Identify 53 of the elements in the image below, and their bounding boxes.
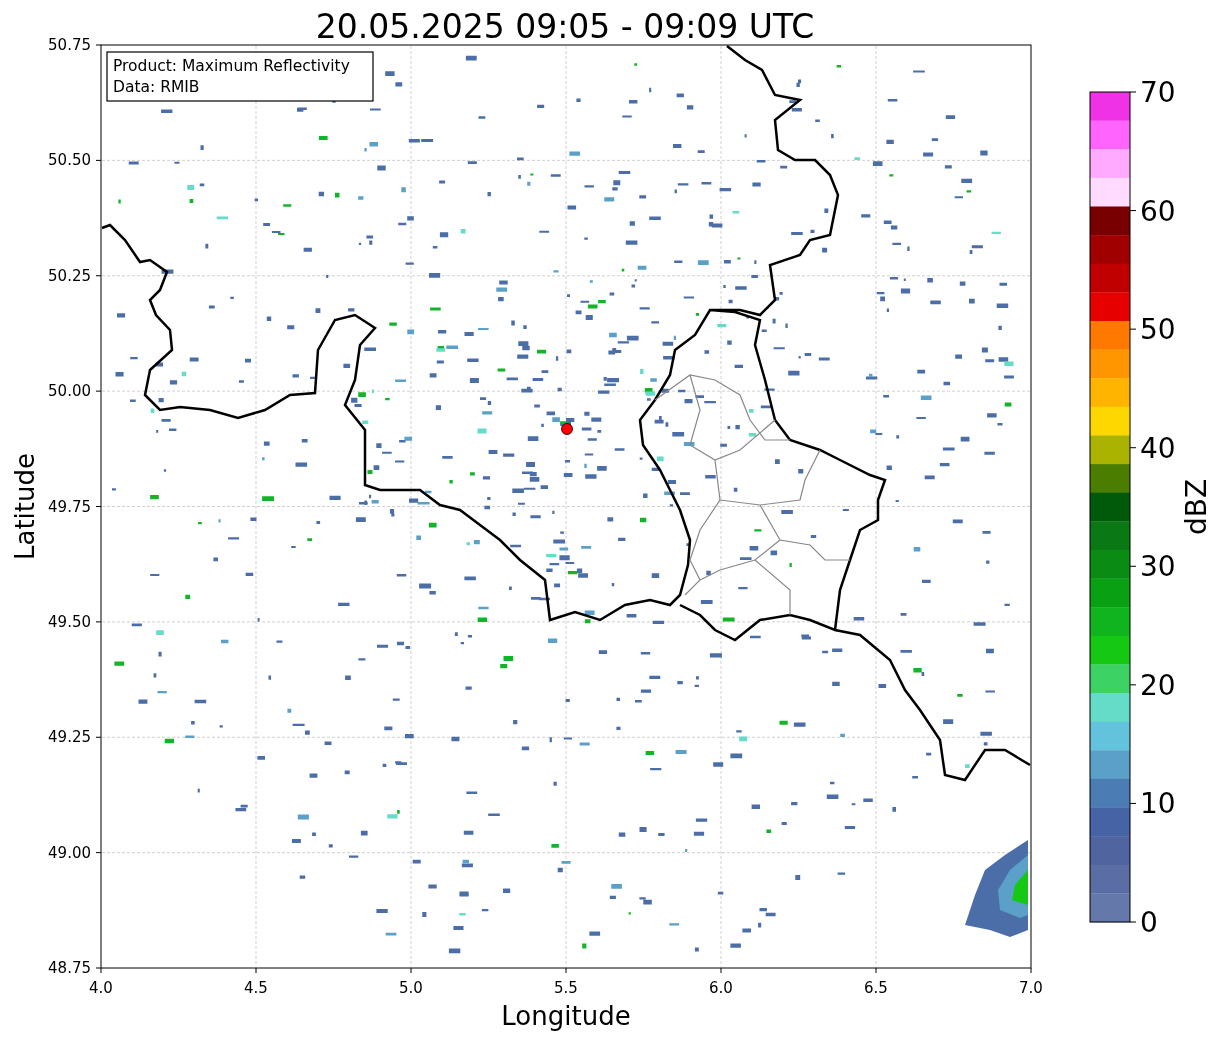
tick-mark (565, 967, 567, 974)
tick-mark (95, 44, 102, 46)
x-tick-label: 4.5 (244, 979, 268, 997)
tick-mark (720, 967, 722, 974)
y-tick-label: 49.50 (48, 612, 91, 631)
x-tick-label: 6.0 (709, 979, 733, 997)
tick-mark (95, 275, 102, 277)
x-tick-label: 6.5 (864, 979, 888, 997)
tick-mark (410, 967, 412, 974)
colorbar-label: dBZ (1180, 478, 1213, 536)
tick-mark (1129, 328, 1137, 330)
colorbar-tick-label: 0 (1140, 906, 1158, 939)
tick-mark (95, 506, 102, 507)
tick-mark (95, 736, 102, 738)
x-tick-label: 5.0 (399, 979, 423, 997)
y-tick-label: 49.25 (48, 728, 91, 747)
colorbar-tick-label: 70 (1140, 76, 1176, 109)
tick-mark (1129, 447, 1137, 449)
x-axis-label: Longitude (501, 1001, 631, 1031)
y-axis-label: Latitude (10, 453, 40, 560)
y-tick-label: 50.50 (48, 151, 91, 170)
tick-mark (1129, 565, 1137, 567)
colorbar-tick-label: 40 (1140, 431, 1176, 465)
radar-site-marker (561, 423, 573, 435)
y-tick-label: 49.00 (48, 843, 91, 862)
tick-mark (1129, 921, 1137, 923)
annotation-text: Product: Maximum Reflectivity (113, 57, 350, 75)
tick-mark (875, 967, 877, 974)
colorbar-tick-label: 60 (1140, 194, 1176, 228)
x-tick-label: 7.0 (1019, 979, 1043, 997)
x-tick-label: 4.0 (89, 979, 113, 997)
y-tick-label: 49.75 (48, 497, 91, 516)
tick-mark (95, 621, 102, 623)
tick-mark (255, 967, 257, 974)
tick-mark (95, 852, 102, 854)
tick-mark (1129, 210, 1137, 212)
tick-mark (1129, 684, 1137, 686)
colorbar-tick-label: 30 (1140, 550, 1176, 584)
y-tick-label: 50.25 (48, 266, 91, 285)
tick-mark (1129, 91, 1137, 93)
colorbar-tick-label: 20 (1140, 668, 1176, 702)
y-tick-label: 50.00 (48, 382, 91, 401)
chart-title: 20.05.2025 09:05 - 09:09 UTC (315, 7, 815, 46)
tick-mark (1129, 802, 1137, 804)
y-tick-label: 48.75 (48, 959, 91, 977)
y-tick-label: 50.75 (48, 36, 91, 54)
tick-mark (1030, 967, 1032, 974)
x-tick-label: 5.5 (554, 979, 578, 997)
annotation-text: Data: RMIB (113, 78, 200, 96)
colorbar-tick-label: 50 (1140, 313, 1176, 347)
tick-mark (95, 159, 102, 161)
colorbar-tick-label: 10 (1140, 787, 1176, 821)
tick-mark (95, 390, 102, 392)
